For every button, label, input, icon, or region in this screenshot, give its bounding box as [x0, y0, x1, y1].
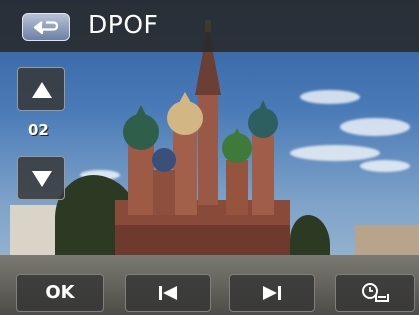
title-bar: DPOF	[0, 0, 419, 52]
triangle-down-icon	[32, 171, 52, 187]
skip-previous-icon	[159, 286, 177, 300]
bottom-toolbar: OK	[0, 274, 419, 315]
ok-button[interactable]: OK	[16, 274, 104, 312]
increase-button[interactable]	[17, 67, 65, 111]
ok-label: OK	[45, 282, 75, 303]
skip-next-icon	[263, 286, 281, 300]
decrease-button[interactable]	[17, 156, 65, 200]
print-count: 02	[28, 121, 49, 139]
back-button[interactable]	[22, 13, 70, 41]
date-button[interactable]	[335, 274, 415, 312]
back-arrow-icon	[33, 21, 59, 35]
triangle-up-icon	[32, 82, 52, 98]
camera-screen: DPOF 02 OK	[0, 0, 419, 315]
next-button[interactable]	[229, 274, 315, 312]
page-title: DPOF	[88, 10, 159, 39]
clock-date-icon	[362, 283, 389, 302]
previous-button[interactable]	[125, 274, 211, 312]
